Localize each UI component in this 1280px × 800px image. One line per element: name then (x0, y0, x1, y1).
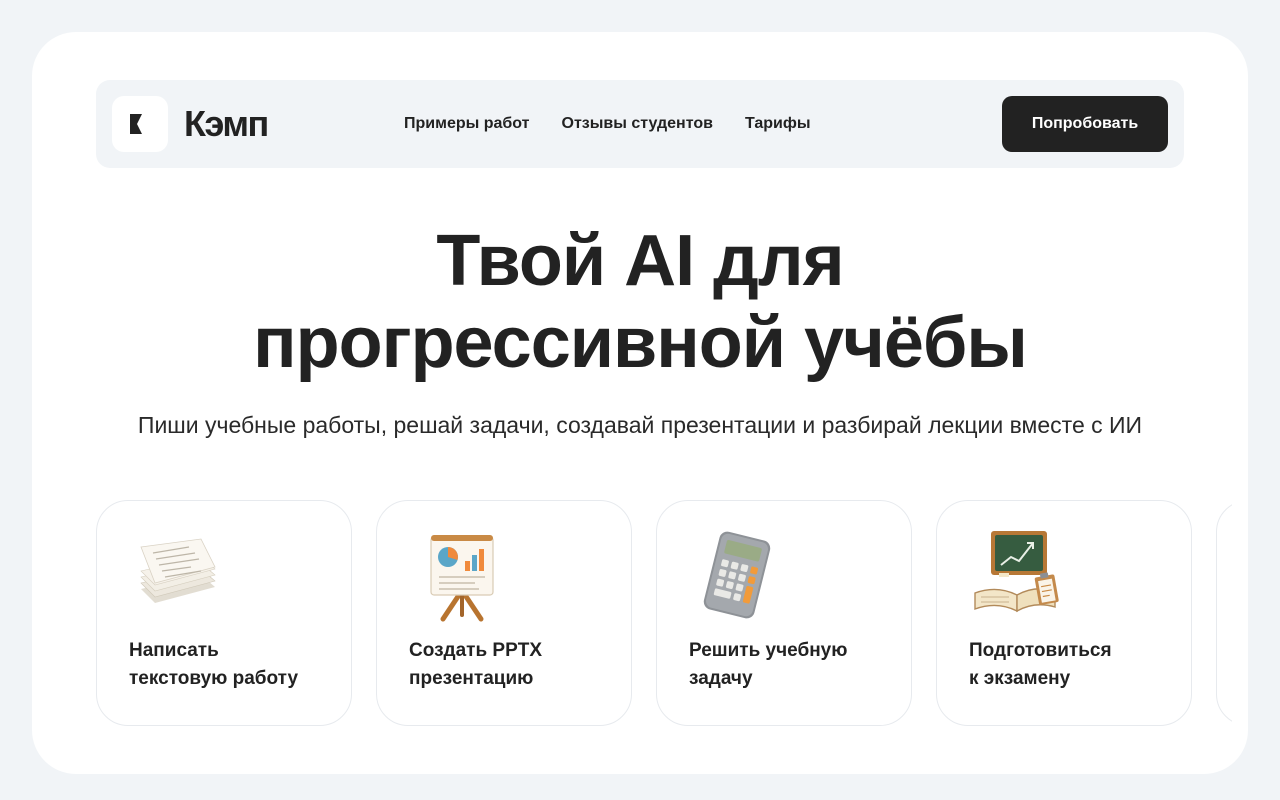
card-label-line: Решить учебную (689, 640, 848, 661)
top-nav: Кэмп Примеры работ Отзывы студентов Тари… (96, 80, 1184, 168)
hero-title-line: прогрессивной учёбы (253, 303, 1028, 383)
nav-links: Примеры работ Отзывы студентов Тарифы (404, 80, 810, 168)
card-label-line: презентацию (409, 668, 534, 689)
card-label-line: задачу (689, 668, 753, 689)
logo-icon[interactable] (112, 96, 168, 152)
card-label-line: Написать (129, 640, 219, 661)
card-write-text[interactable]: Написать текстовую работу (96, 500, 352, 726)
card-label: Подготовиться к экзамену (969, 637, 1169, 693)
hero-title-line: Твой AI для (436, 221, 844, 301)
brand-name[interactable]: Кэмп (184, 100, 269, 148)
card-partial[interactable] (1216, 500, 1232, 726)
hero-title: Твой AI для прогрессивной учёбы (32, 220, 1248, 384)
exam-prep-icon (969, 527, 1065, 623)
try-button[interactable]: Попробовать (1002, 96, 1168, 152)
card-label-line: к экзамену (969, 668, 1071, 689)
paper-stack-icon (129, 527, 225, 623)
card-label: Написать текстовую работу (129, 637, 329, 693)
card-create-presentation[interactable]: Создать PPTX презентацию (376, 500, 632, 726)
hero-subtitle: Пиши учебные работы, решай задачи, созда… (137, 412, 1143, 438)
card-label-line: Создать PPTX (409, 640, 543, 661)
presentation-easel-icon (409, 527, 505, 623)
card-exam-prep[interactable]: Подготовиться к экзамену (936, 500, 1192, 726)
calculator-icon (689, 527, 785, 623)
nav-link-reviews[interactable]: Отзывы студентов (562, 115, 713, 133)
card-label-line: текстовую работу (129, 668, 299, 689)
feature-cards: Написать текстовую работу Создать PPTX п… (96, 500, 1232, 726)
card-label-line: Подготовиться (969, 640, 1112, 661)
nav-link-pricing[interactable]: Тарифы (745, 115, 811, 133)
card-label: Решить учебную задачу (689, 637, 889, 693)
card-solve-task[interactable]: Решить учебную задачу (656, 500, 912, 726)
card-label: Создать PPTX презентацию (409, 637, 609, 693)
landing-page: Кэмп Примеры работ Отзывы студентов Тари… (32, 32, 1248, 774)
nav-link-examples[interactable]: Примеры работ (404, 115, 530, 133)
